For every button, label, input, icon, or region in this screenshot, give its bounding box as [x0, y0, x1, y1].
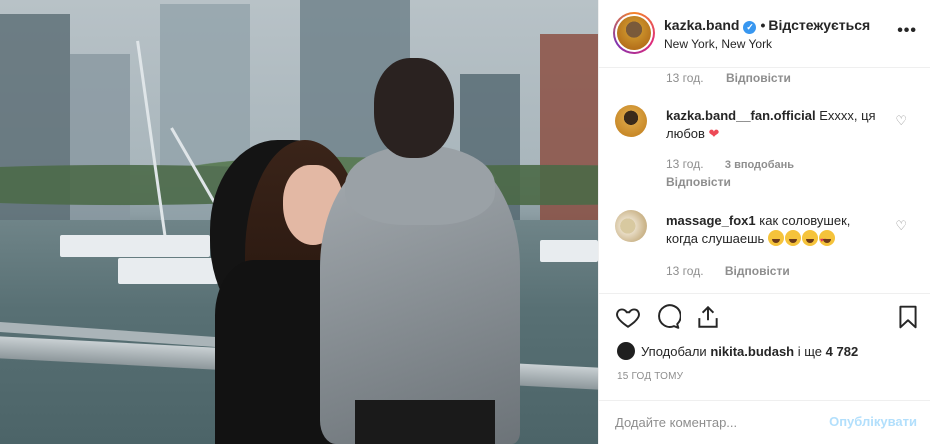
- comment-input[interactable]: [615, 412, 825, 432]
- post-header: kazka.band ✓ • Відстежується New York, New …: [599, 0, 930, 68]
- instagram-post-modal: kazka.band ✓ • Відстежується New York, New …: [0, 0, 930, 444]
- laughing-emoji-icon: [767, 230, 784, 246]
- liker-avatar[interactable]: [617, 342, 635, 360]
- follow-status-button[interactable]: Відстежується: [768, 17, 870, 33]
- likes-middle-text: і ще: [797, 344, 823, 359]
- likes-count[interactable]: 4 782: [826, 344, 859, 359]
- previous-comment-meta: 13 год. Відповісти: [666, 69, 791, 87]
- like-heart-icon[interactable]: [615, 304, 641, 330]
- save-bookmark-icon[interactable]: [895, 304, 921, 330]
- comment-bubble-icon[interactable]: [655, 304, 681, 330]
- heart-eyes-emoji-icon: [818, 230, 835, 250]
- laughing-emoji-icon: [784, 230, 801, 246]
- comment-time: 13 год.: [666, 157, 704, 171]
- commenter-avatar[interactable]: [615, 105, 647, 137]
- likes-summary: Уподобали nikita.budash і ще 4 782: [617, 342, 858, 360]
- add-comment-section: Опублікувати: [599, 400, 930, 444]
- commenter-username[interactable]: kazka.band__fan.official: [666, 108, 816, 123]
- red-heart-emoji-icon: ❤: [708, 126, 720, 141]
- commenter-avatar[interactable]: [615, 210, 647, 242]
- post-location[interactable]: New York, New York: [664, 37, 772, 51]
- likes-prefix: Уподобали: [641, 344, 707, 359]
- reply-button[interactable]: Відповісти: [666, 175, 731, 189]
- comment-time: 13 год.: [666, 264, 704, 278]
- comment-time: 13 год.: [666, 71, 704, 85]
- comments-list[interactable]: 13 год. Відповісти kazka.band__fan.offic…: [599, 69, 930, 292]
- commenter-username[interactable]: massage_fox1: [666, 213, 756, 228]
- reply-button[interactable]: Відповісти: [726, 71, 791, 85]
- share-icon[interactable]: [695, 304, 721, 330]
- laughing-emoji-icon: [801, 230, 818, 246]
- like-comment-heart-icon[interactable]: ♡: [895, 113, 907, 129]
- liker-username[interactable]: nikita.budash: [710, 344, 794, 359]
- post-time-ago[interactable]: 15 ГОД ТОМУ: [617, 371, 683, 382]
- verified-badge-icon: ✓: [743, 21, 757, 34]
- comment-likes-count[interactable]: 3 вподобань: [725, 159, 794, 171]
- post-side-panel: kazka.band ✓ • Відстежується New York, New …: [598, 0, 930, 444]
- reply-button[interactable]: Відповісти: [725, 264, 790, 278]
- publish-comment-button[interactable]: Опублікувати: [829, 414, 917, 429]
- more-options-icon[interactable]: •••: [897, 22, 917, 40]
- post-actions: Уподобали nikita.budash і ще 4 782 15 ГО…: [599, 293, 930, 393]
- author-username[interactable]: kazka.band: [664, 17, 739, 33]
- post-photo[interactable]: [0, 0, 598, 444]
- separator-dot: •: [760, 17, 766, 33]
- author-avatar[interactable]: [613, 12, 655, 54]
- like-comment-heart-icon[interactable]: ♡: [895, 218, 907, 234]
